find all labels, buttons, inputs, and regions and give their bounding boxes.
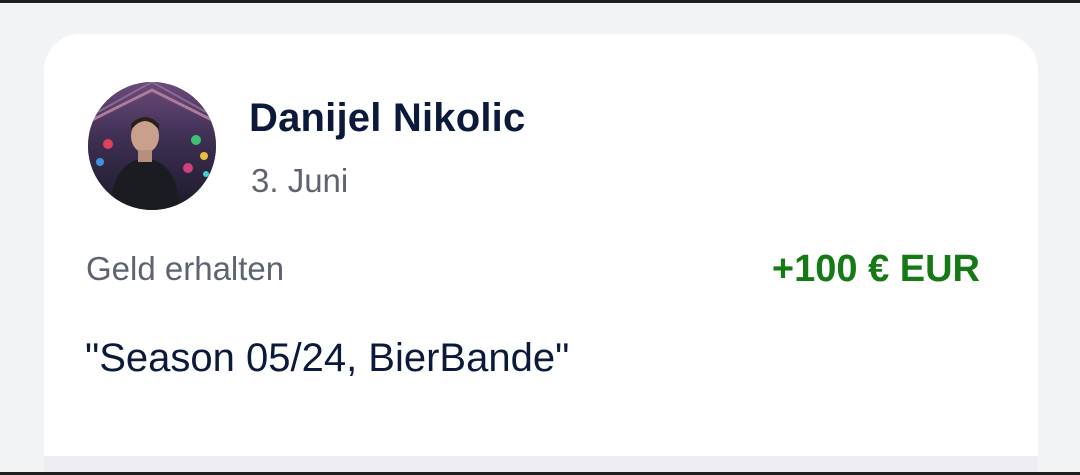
transaction-date: 3. Juni [251,162,349,199]
transaction-type-label: Geld erhalten [86,250,285,287]
transaction-reference: "Season 05/24, BierBande" [85,336,570,380]
avatar-photo-icon [88,82,216,210]
card-footer-divider [44,456,1038,472]
sender-name[interactable]: Danijel Nikolic [249,96,525,141]
transaction-amount: +100 € EUR [771,248,980,290]
transaction-card[interactable]: Danijel Nikolic 3. Juni Geld erhalten +1… [44,34,1038,458]
avatar[interactable] [88,82,216,210]
top-edge [0,0,1080,3]
